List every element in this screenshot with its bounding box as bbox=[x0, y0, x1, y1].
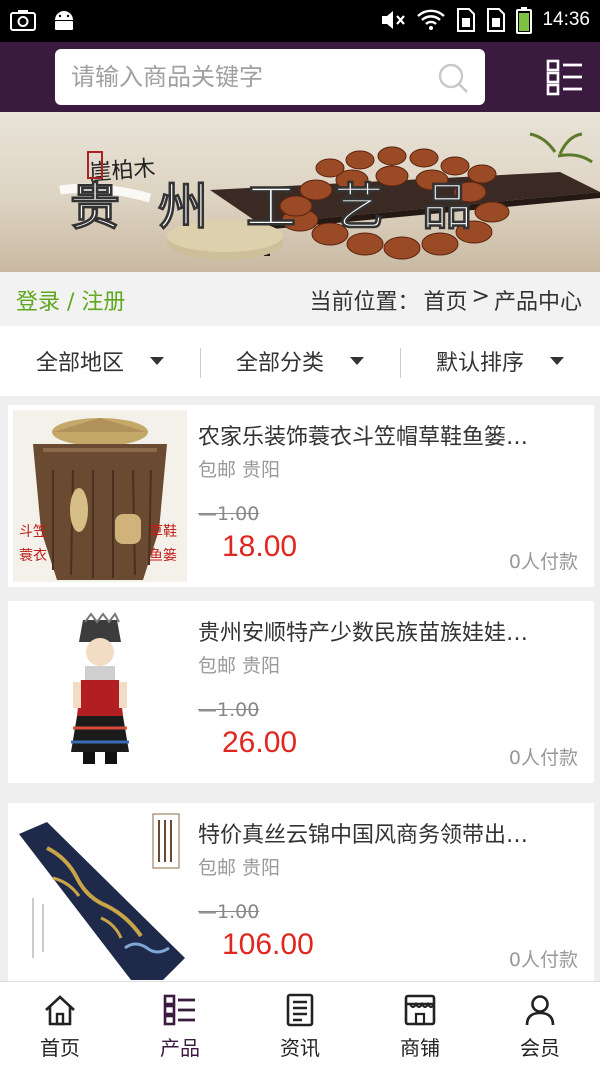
location-label: 当前位置： bbox=[309, 290, 420, 315]
mute-icon bbox=[382, 11, 406, 29]
filter-region-label: 全部地区 bbox=[35, 351, 124, 376]
product-sales-count: 0人付款 bbox=[508, 551, 578, 573]
sim1-icon bbox=[457, 8, 476, 32]
product-shipping-location: 包邮 贵阳 bbox=[198, 655, 281, 677]
tab-products[interactable]: 产品 bbox=[120, 982, 240, 1067]
top-header bbox=[0, 42, 600, 112]
banner-artwork: 崖柏木 贵州工艺品 bbox=[59, 132, 600, 260]
home-icon bbox=[45, 995, 75, 1026]
search-input[interactable] bbox=[71, 49, 431, 105]
tab-news[interactable]: 资讯 bbox=[240, 982, 360, 1067]
filter-bar: 全部地区 全部分类 默认排序 bbox=[0, 326, 600, 396]
clock: 14:36 bbox=[542, 9, 590, 30]
product-card[interactable]: 斗笠 蓑衣 草鞋 鱼篓 农家乐装饰蓑衣斗笠帽草鞋鱼篓… 包邮 贵阳 —1.00 … bbox=[8, 405, 594, 587]
login-register-link[interactable]: 登录 / 注册 bbox=[16, 284, 125, 316]
image-label-cao-xie: 草鞋 bbox=[149, 524, 177, 540]
tab-news-label: 资讯 bbox=[280, 1036, 320, 1060]
news-icon bbox=[286, 993, 314, 1027]
product-shipping-location: 包邮 贵阳 bbox=[198, 459, 281, 481]
image-label-yu-lou: 鱼篓 bbox=[149, 547, 177, 564]
product-title[interactable]: 农家乐装饰蓑衣斗笠帽草鞋鱼篓… bbox=[198, 419, 578, 451]
tab-home[interactable]: 首页 bbox=[0, 982, 120, 1067]
bottom-tab-bar: 首页 产品 资讯 商铺 会员 bbox=[0, 981, 600, 1067]
search-box[interactable] bbox=[55, 49, 485, 105]
caret-down-icon bbox=[550, 357, 564, 365]
wifi-icon bbox=[417, 9, 446, 30]
product-list[interactable]: 斗笠 蓑衣 草鞋 鱼篓 农家乐装饰蓑衣斗笠帽草鞋鱼篓… 包邮 贵阳 —1.00 … bbox=[0, 396, 600, 981]
product-price: 106.00 bbox=[222, 928, 314, 961]
store-icon bbox=[404, 994, 436, 1026]
product-title[interactable]: 贵州安顺特产少数民族苗族娃娃… bbox=[198, 615, 578, 647]
product-list-icon bbox=[163, 994, 195, 1026]
product-sales-count: 0人付款 bbox=[508, 949, 578, 971]
image-label-dou-li: 斗笠 bbox=[19, 524, 47, 540]
camera-icon bbox=[10, 10, 36, 31]
user-icon bbox=[525, 995, 555, 1026]
breadcrumb-separator: > bbox=[471, 284, 490, 309]
product-price: 26.00 bbox=[222, 726, 298, 759]
product-image-miao-doll[interactable] bbox=[13, 606, 187, 778]
caret-down-icon bbox=[350, 357, 364, 365]
filter-sort[interactable]: 默认排序 bbox=[400, 326, 600, 396]
product-card[interactable]: 特价真丝云锦中国风商务领带出… 包邮 贵阳 —1.00 106.00 0人付款 bbox=[8, 803, 594, 981]
product-original-price: —1.00 bbox=[198, 503, 260, 525]
promo-banner[interactable]: 崖柏木 贵州工艺品 bbox=[0, 112, 600, 272]
product-price: 18.00 bbox=[222, 530, 298, 563]
filter-category[interactable]: 全部分类 bbox=[200, 326, 400, 396]
filter-category-label: 全部分类 bbox=[235, 351, 324, 376]
breadcrumb-current: 产品中心 bbox=[493, 290, 582, 315]
product-original-price: —1.00 bbox=[198, 901, 260, 923]
image-label-suo-yi: 蓑衣 bbox=[19, 548, 47, 564]
android-icon bbox=[55, 11, 73, 30]
filter-region[interactable]: 全部地区 bbox=[0, 326, 200, 396]
breadcrumb-home[interactable]: 首页 bbox=[424, 284, 468, 316]
breadcrumb: 当前位置： 首页 > 产品中心 bbox=[310, 284, 582, 316]
status-bar: 14:36 bbox=[0, 0, 600, 42]
breadcrumb-bar: 登录 / 注册 当前位置： 首页 > 产品中心 bbox=[0, 272, 600, 326]
tab-home-label: 首页 bbox=[40, 1036, 80, 1060]
tab-member-label: 会员 bbox=[520, 1036, 560, 1060]
product-card[interactable]: 贵州安顺特产少数民族苗族娃娃… 包邮 贵阳 —1.00 26.00 0人付款 bbox=[8, 601, 594, 783]
tab-stores-label: 商铺 bbox=[400, 1036, 440, 1060]
product-original-price: —1.00 bbox=[198, 699, 260, 721]
product-shipping-location: 包邮 贵阳 bbox=[198, 857, 281, 879]
product-sales-count: 0人付款 bbox=[508, 747, 578, 769]
filter-sort-label: 默认排序 bbox=[435, 351, 524, 376]
banner-title: 贵州工艺品 bbox=[70, 177, 510, 236]
tab-products-label: 产品 bbox=[160, 1036, 200, 1060]
product-image-straw-cape[interactable]: 斗笠 蓑衣 草鞋 鱼篓 bbox=[13, 410, 187, 582]
battery-icon bbox=[516, 7, 533, 34]
caret-down-icon bbox=[150, 357, 164, 365]
tab-member[interactable]: 会员 bbox=[480, 982, 600, 1067]
sim2-icon bbox=[487, 8, 506, 32]
product-image-silk-tie[interactable] bbox=[13, 808, 187, 980]
product-title[interactable]: 特价真丝云锦中国风商务领带出… bbox=[198, 817, 578, 849]
search-icon[interactable] bbox=[437, 62, 469, 94]
tab-stores[interactable]: 商铺 bbox=[360, 982, 480, 1067]
category-menu-icon[interactable] bbox=[546, 58, 584, 96]
